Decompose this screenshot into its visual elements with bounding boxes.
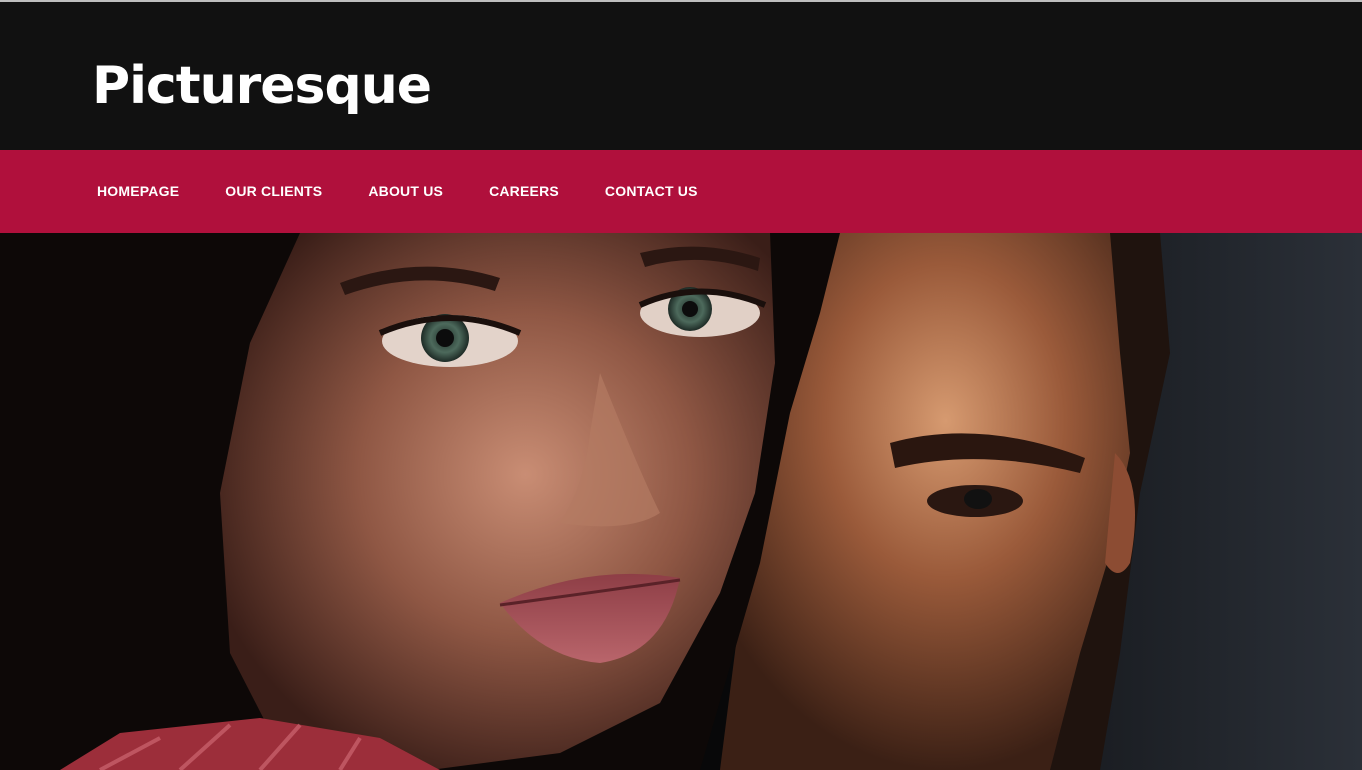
nav-item-our-clients: OUR CLIENTS <box>202 183 345 201</box>
nav-link-our-clients[interactable]: OUR CLIENTS <box>225 183 322 199</box>
site-header: Picturesque <box>0 2 1362 150</box>
nav-item-careers: CAREERS <box>466 183 582 201</box>
hero-photo-couple <box>0 233 1362 770</box>
main-nav: HOMEPAGE OUR CLIENTS ABOUT US CAREERS CO… <box>0 150 1362 233</box>
page: Picturesque HOMEPAGE OUR CLIENTS ABOUT U… <box>0 0 1362 770</box>
nav-link-about-us[interactable]: ABOUT US <box>368 183 443 199</box>
nav-list: HOMEPAGE OUR CLIENTS ABOUT US CAREERS CO… <box>0 150 1362 233</box>
nav-link-contact-us[interactable]: CONTACT US <box>605 183 698 199</box>
nav-link-homepage[interactable]: HOMEPAGE <box>97 183 179 199</box>
nav-item-contact-us: CONTACT US <box>582 183 721 201</box>
hero-banner <box>0 233 1362 770</box>
site-title[interactable]: Picturesque <box>92 54 432 118</box>
nav-link-careers[interactable]: CAREERS <box>489 183 559 199</box>
nav-item-about-us: ABOUT US <box>345 183 466 201</box>
nav-item-homepage: HOMEPAGE <box>74 183 202 201</box>
